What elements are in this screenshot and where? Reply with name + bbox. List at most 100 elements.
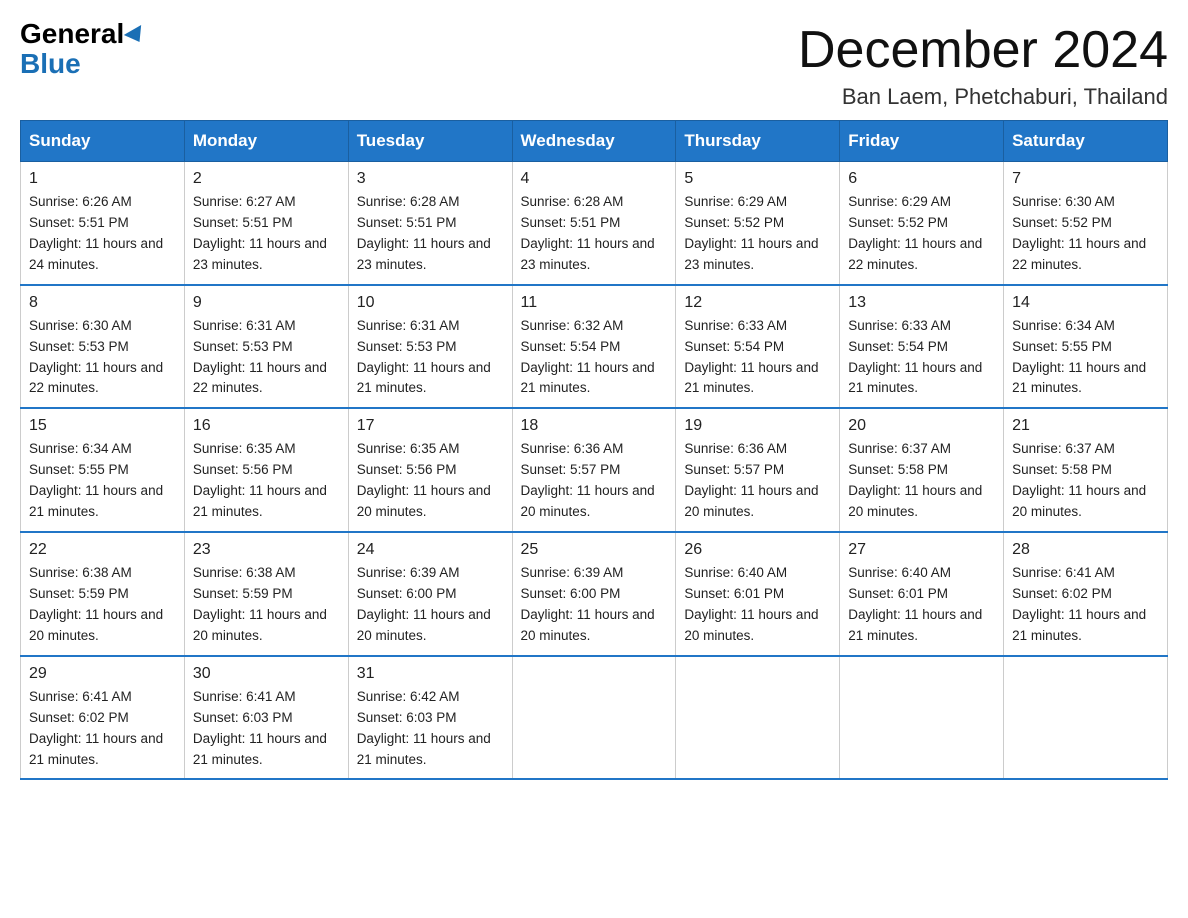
- calendar-table: SundayMondayTuesdayWednesdayThursdayFrid…: [20, 120, 1168, 780]
- day-number: 16: [193, 417, 340, 435]
- calendar-week-row: 15 Sunrise: 6:34 AMSunset: 5:55 PMDayligh…: [21, 408, 1168, 532]
- weekday-header-thursday: Thursday: [676, 121, 840, 162]
- day-info: Sunrise: 6:32 AMSunset: 5:54 PMDaylight:…: [521, 316, 668, 400]
- day-number: 18: [521, 417, 668, 435]
- day-info: Sunrise: 6:39 AMSunset: 6:00 PMDaylight:…: [357, 563, 504, 647]
- calendar-day-cell: 13 Sunrise: 6:33 AMSunset: 5:54 PMDayligh…: [840, 285, 1004, 409]
- day-number: 11: [521, 294, 668, 312]
- day-info: Sunrise: 6:35 AMSunset: 5:56 PMDaylight:…: [193, 439, 340, 523]
- calendar-day-cell: 24Sunrise: 6:39 AMSunset: 6:00 PMDayligh…: [348, 532, 512, 656]
- day-number: 25: [521, 541, 668, 559]
- logo-line2: Blue: [20, 50, 81, 78]
- calendar-day-cell: 1Sunrise: 6:26 AMSunset: 5:51 PMDaylight…: [21, 162, 185, 285]
- day-info: Sunrise: 6:36 AMSunset: 5:57 PMDaylight:…: [521, 439, 668, 523]
- calendar-day-cell: 26 Sunrise: 6:40 AMSunset: 6:01 PMDayligh…: [676, 532, 840, 656]
- logo-line1: General: [20, 20, 146, 48]
- day-number: 8: [29, 294, 176, 312]
- calendar-empty-cell: [1004, 656, 1168, 780]
- calendar-day-cell: 30 Sunrise: 6:41 AMSunset: 6:03 PMDayligh…: [184, 656, 348, 780]
- day-info: Sunrise: 6:29 AMSunset: 5:52 PMDaylight:…: [684, 192, 831, 276]
- day-number: 19: [684, 417, 831, 435]
- day-info: Sunrise: 6:29 AMSunset: 5:52 PMDaylight:…: [848, 192, 995, 276]
- day-number: 31: [357, 665, 504, 683]
- day-number: 14: [1012, 294, 1159, 312]
- calendar-day-cell: 14Sunrise: 6:34 AMSunset: 5:55 PMDayligh…: [1004, 285, 1168, 409]
- day-number: 15: [29, 417, 176, 435]
- calendar-day-cell: 15 Sunrise: 6:34 AMSunset: 5:55 PMDayligh…: [21, 408, 185, 532]
- day-info: Sunrise: 6:40 AMSunset: 6:01 PMDaylight:…: [684, 563, 831, 647]
- day-info: Sunrise: 6:41 AMSunset: 6:02 PMDaylight:…: [29, 687, 176, 771]
- calendar-empty-cell: [512, 656, 676, 780]
- calendar-day-cell: 6Sunrise: 6:29 AMSunset: 5:52 PMDaylight…: [840, 162, 1004, 285]
- calendar-day-cell: 18 Sunrise: 6:36 AMSunset: 5:57 PMDayligh…: [512, 408, 676, 532]
- logo-icon: [124, 25, 148, 47]
- weekday-header-monday: Monday: [184, 121, 348, 162]
- day-info: Sunrise: 6:41 AMSunset: 6:02 PMDaylight:…: [1012, 563, 1159, 647]
- calendar-day-cell: 20 Sunrise: 6:37 AMSunset: 5:58 PMDayligh…: [840, 408, 1004, 532]
- calendar-day-cell: 10Sunrise: 6:31 AMSunset: 5:53 PMDayligh…: [348, 285, 512, 409]
- calendar-week-row: 1Sunrise: 6:26 AMSunset: 5:51 PMDaylight…: [21, 162, 1168, 285]
- calendar-body: 1Sunrise: 6:26 AMSunset: 5:51 PMDaylight…: [21, 162, 1168, 780]
- calendar-day-cell: 23 Sunrise: 6:38 AMSunset: 5:59 PMDayligh…: [184, 532, 348, 656]
- day-info: Sunrise: 6:30 AMSunset: 5:53 PMDaylight:…: [29, 316, 176, 400]
- day-info: Sunrise: 6:38 AMSunset: 5:59 PMDaylight:…: [29, 563, 176, 647]
- calendar-header: SundayMondayTuesdayWednesdayThursdayFrid…: [21, 121, 1168, 162]
- day-number: 5: [684, 170, 831, 188]
- title-area: December 2024 Ban Laem, Phetchaburi, Tha…: [798, 20, 1168, 110]
- day-info: Sunrise: 6:33 AMSunset: 5:54 PMDaylight:…: [684, 316, 831, 400]
- day-number: 27: [848, 541, 995, 559]
- calendar-empty-cell: [840, 656, 1004, 780]
- weekday-header-saturday: Saturday: [1004, 121, 1168, 162]
- day-number: 3: [357, 170, 504, 188]
- calendar-day-cell: 3 Sunrise: 6:28 AMSunset: 5:51 PMDaylight…: [348, 162, 512, 285]
- calendar-week-row: 29Sunrise: 6:41 AMSunset: 6:02 PMDayligh…: [21, 656, 1168, 780]
- day-info: Sunrise: 6:37 AMSunset: 5:58 PMDaylight:…: [1012, 439, 1159, 523]
- day-number: 10: [357, 294, 504, 312]
- day-number: 12: [684, 294, 831, 312]
- calendar-day-cell: 12 Sunrise: 6:33 AMSunset: 5:54 PMDayligh…: [676, 285, 840, 409]
- day-info: Sunrise: 6:37 AMSunset: 5:58 PMDaylight:…: [848, 439, 995, 523]
- day-number: 9: [193, 294, 340, 312]
- calendar-day-cell: 4 Sunrise: 6:28 AMSunset: 5:51 PMDaylight…: [512, 162, 676, 285]
- day-number: 17: [357, 417, 504, 435]
- day-info: Sunrise: 6:26 AMSunset: 5:51 PMDaylight:…: [29, 192, 176, 276]
- day-number: 23: [193, 541, 340, 559]
- day-number: 21: [1012, 417, 1159, 435]
- weekday-header-sunday: Sunday: [21, 121, 185, 162]
- day-number: 2: [193, 170, 340, 188]
- day-info: Sunrise: 6:36 AMSunset: 5:57 PMDaylight:…: [684, 439, 831, 523]
- day-number: 13: [848, 294, 995, 312]
- day-number: 20: [848, 417, 995, 435]
- calendar-day-cell: 11 Sunrise: 6:32 AMSunset: 5:54 PMDayligh…: [512, 285, 676, 409]
- day-number: 4: [521, 170, 668, 188]
- calendar-day-cell: 31 Sunrise: 6:42 AMSunset: 6:03 PMDayligh…: [348, 656, 512, 780]
- calendar-day-cell: 16 Sunrise: 6:35 AMSunset: 5:56 PMDayligh…: [184, 408, 348, 532]
- month-year-title: December 2024: [798, 20, 1168, 80]
- day-number: 26: [684, 541, 831, 559]
- logo: General Blue: [20, 20, 146, 78]
- day-number: 30: [193, 665, 340, 683]
- day-info: Sunrise: 6:35 AMSunset: 5:56 PMDaylight:…: [357, 439, 504, 523]
- calendar-day-cell: 19 Sunrise: 6:36 AMSunset: 5:57 PMDayligh…: [676, 408, 840, 532]
- day-info: Sunrise: 6:33 AMSunset: 5:54 PMDaylight:…: [848, 316, 995, 400]
- day-info: Sunrise: 6:31 AMSunset: 5:53 PMDaylight:…: [193, 316, 340, 400]
- calendar-day-cell: 2Sunrise: 6:27 AMSunset: 5:51 PMDaylight…: [184, 162, 348, 285]
- location-subtitle: Ban Laem, Phetchaburi, Thailand: [798, 84, 1168, 110]
- day-number: 28: [1012, 541, 1159, 559]
- calendar-day-cell: 27Sunrise: 6:40 AMSunset: 6:01 PMDayligh…: [840, 532, 1004, 656]
- weekday-header-friday: Friday: [840, 121, 1004, 162]
- calendar-day-cell: 8 Sunrise: 6:30 AMSunset: 5:53 PMDaylight…: [21, 285, 185, 409]
- calendar-day-cell: 5 Sunrise: 6:29 AMSunset: 5:52 PMDaylight…: [676, 162, 840, 285]
- calendar-day-cell: 17 Sunrise: 6:35 AMSunset: 5:56 PMDayligh…: [348, 408, 512, 532]
- weekday-header-tuesday: Tuesday: [348, 121, 512, 162]
- day-number: 7: [1012, 170, 1159, 188]
- day-info: Sunrise: 6:30 AMSunset: 5:52 PMDaylight:…: [1012, 192, 1159, 276]
- day-info: Sunrise: 6:34 AMSunset: 5:55 PMDaylight:…: [29, 439, 176, 523]
- day-info: Sunrise: 6:38 AMSunset: 5:59 PMDaylight:…: [193, 563, 340, 647]
- day-info: Sunrise: 6:28 AMSunset: 5:51 PMDaylight:…: [521, 192, 668, 276]
- day-info: Sunrise: 6:42 AMSunset: 6:03 PMDaylight:…: [357, 687, 504, 771]
- day-info: Sunrise: 6:41 AMSunset: 6:03 PMDaylight:…: [193, 687, 340, 771]
- day-info: Sunrise: 6:28 AMSunset: 5:51 PMDaylight:…: [357, 192, 504, 276]
- calendar-day-cell: 7 Sunrise: 6:30 AMSunset: 5:52 PMDaylight…: [1004, 162, 1168, 285]
- calendar-day-cell: 28 Sunrise: 6:41 AMSunset: 6:02 PMDayligh…: [1004, 532, 1168, 656]
